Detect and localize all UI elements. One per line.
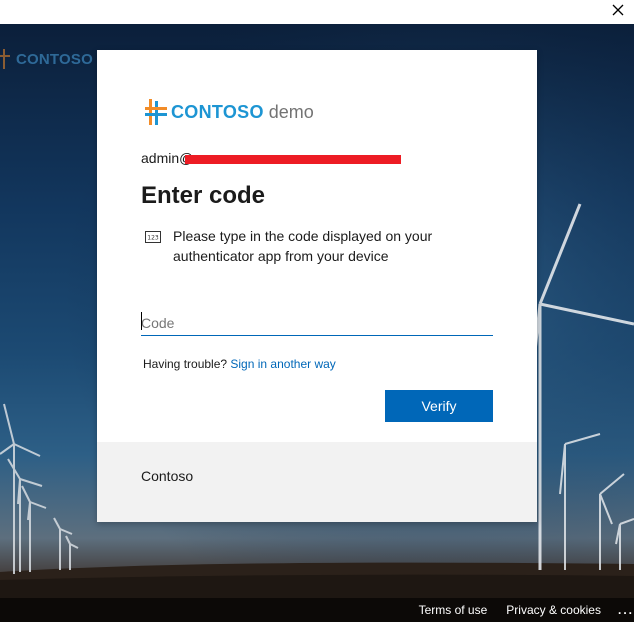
trouble-line: Having trouble? Sign in another way: [143, 357, 336, 371]
svg-text:123: 123: [147, 235, 159, 242]
code-input[interactable]: [141, 310, 493, 336]
contoso-logo: CONTOSO demo: [145, 99, 314, 125]
contoso-logo-icon: [0, 49, 10, 69]
privacy-cookies-link[interactable]: Privacy & cookies: [506, 603, 601, 617]
keypad-icon: 123: [145, 231, 161, 243]
sign-in-card: CONTOSO demo admin@ Enter code 123 Pleas…: [97, 50, 537, 522]
sign-in-another-way-link[interactable]: Sign in another way: [230, 357, 335, 371]
trouble-label: Having trouble?: [143, 357, 231, 371]
title-bar: [0, 0, 634, 24]
verify-button[interactable]: Verify: [385, 390, 493, 422]
brand-primary-text: CONTOSO: [171, 101, 264, 122]
organization-name: Contoso: [141, 468, 194, 484]
terms-of-use-link[interactable]: Terms of use: [419, 603, 488, 617]
close-icon: [612, 4, 624, 16]
instruction-text: Please type in the code displayed on you…: [173, 228, 433, 264]
page-title: Enter code: [141, 182, 266, 209]
redaction-bar: [185, 155, 401, 164]
text-caret: [141, 312, 142, 330]
card-footer: Contoso: [97, 442, 537, 522]
card-body: CONTOSO demo admin@ Enter code 123 Pleas…: [97, 50, 537, 442]
contoso-logo-icon: [145, 99, 167, 125]
page-footer: Terms of use Privacy & cookies ...: [0, 598, 634, 622]
close-button[interactable]: [608, 0, 628, 20]
brand-secondary-text: demo: [268, 101, 314, 122]
background-brand-primary: CONTOSO: [16, 50, 93, 68]
more-options-button[interactable]: ...: [618, 603, 634, 617]
instruction-block: 123 Please type in the code displayed on…: [145, 226, 485, 266]
app-window: CONTOSO demo Terms of use Privacy & cook…: [0, 0, 634, 622]
